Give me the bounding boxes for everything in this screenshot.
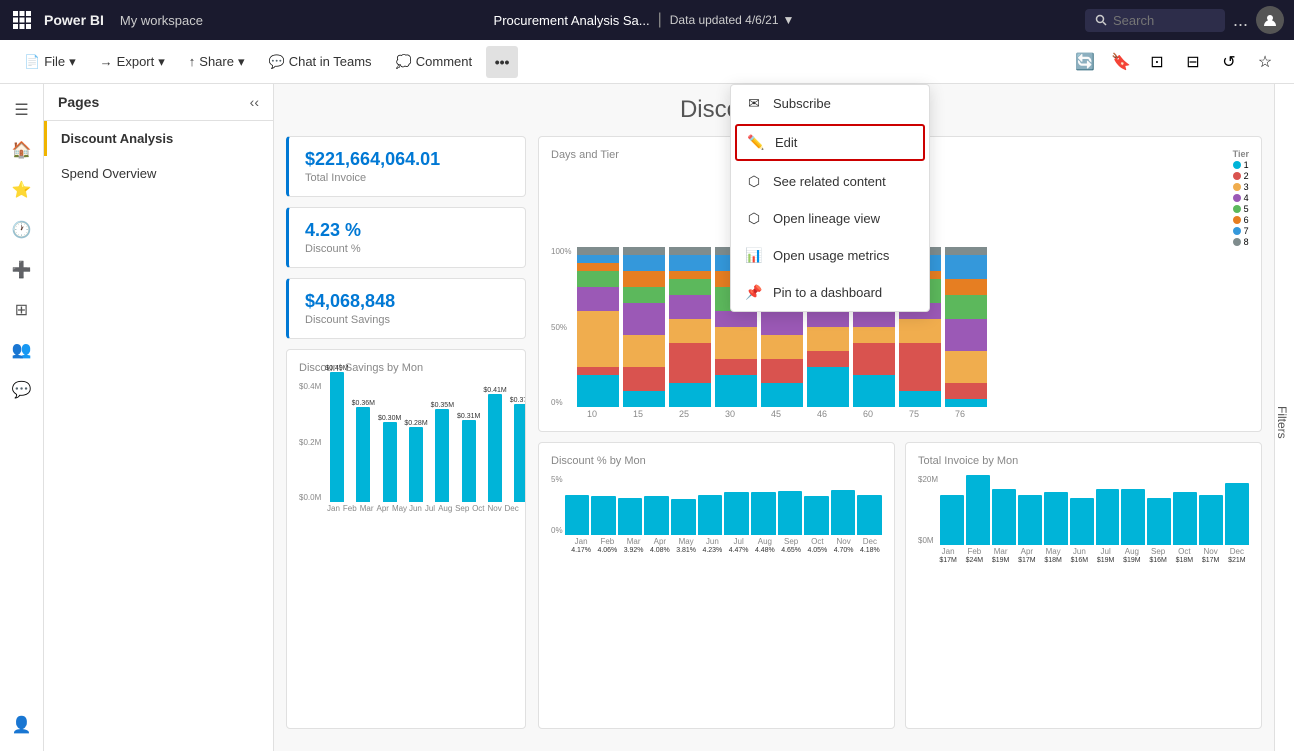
chevron-icon[interactable]: ▼ [783, 13, 795, 27]
share-button[interactable]: ↑ Share ▾ [179, 50, 255, 74]
kpi-discount-pct: 4.23 % Discount % [286, 207, 526, 268]
lineage-icon: ⬡ [745, 210, 763, 227]
inv-y-axis: $20M$0M [918, 475, 938, 545]
pages-title: Pages [58, 94, 99, 110]
discount-pct-chart: Discount % by Mon 5%0% JanFebMarAprMayJu… [538, 442, 895, 729]
more-options-button[interactable]: ••• [486, 46, 518, 78]
avatar[interactable] [1256, 6, 1284, 34]
edit-icon: ✏️ [747, 134, 765, 151]
share-chevron: ▾ [238, 54, 245, 70]
data-updated: Data updated 4/6/21 ▼ [670, 13, 795, 27]
topbar: Power BI My workspace Procurement Analys… [0, 0, 1294, 40]
related-content-menu-item[interactable]: ⬡ See related content [731, 163, 929, 200]
lineage-menu-item[interactable]: ⬡ Open lineage view [731, 200, 929, 237]
layout-icon[interactable]: ⊟ [1178, 47, 1208, 77]
chat-button[interactable]: 💬 Chat in Teams [259, 50, 382, 74]
search-icon [1095, 14, 1107, 26]
pages-collapse-button[interactable]: ‹‹ [250, 94, 259, 110]
sidebar-star-icon[interactable]: ⭐ [4, 172, 40, 208]
actionbar: 📄 File ▾ → Export ▾ ↑ Share ▾ 💬 Chat in … [0, 40, 1294, 84]
sidebar-nav-icon[interactable]: 🏠 [4, 132, 40, 168]
pin-dashboard-menu-item[interactable]: 📌 Pin to a dashboard [731, 274, 929, 311]
comment-icon: 💭 [396, 54, 412, 70]
topbar-center: Procurement Analysis Sa... | Data update… [213, 11, 1075, 29]
sidebar-chat-icon[interactable]: 💬 [4, 372, 40, 408]
page-item-discount[interactable]: Discount Analysis [44, 121, 273, 156]
comment-button[interactable]: 💭 Comment [386, 50, 483, 74]
app-brand: Power BI [44, 12, 104, 28]
search-box[interactable] [1085, 9, 1225, 32]
sidebar-apps-icon[interactable]: ⊞ [4, 292, 40, 328]
stacked-y-axis: 100%50%0% [551, 247, 573, 407]
more-options-dropdown: ✉ Subscribe ✏️ Edit ⬡ See related conten… [730, 84, 930, 312]
usage-metrics-menu-item[interactable]: 📊 Open usage metrics [731, 237, 929, 274]
pages-panel: Pages ‹‹ Discount Analysis Spend Overvie… [44, 84, 274, 751]
file-chevron: ▾ [69, 54, 76, 70]
sidebar-create-icon[interactable]: ➕ [4, 252, 40, 288]
sidebar-home-icon[interactable]: ☰ [4, 92, 40, 128]
workspace-label[interactable]: My workspace [120, 13, 203, 28]
main-layout: ☰ 🏠 ⭐ 🕐 ➕ ⊞ 👥 💬 👤 Pages ‹‹ Discount Anal… [0, 84, 1294, 751]
view-icon[interactable]: ⊡ [1142, 47, 1172, 77]
report-title: Procurement Analysis Sa... [494, 13, 650, 28]
filters-panel[interactable]: Filters [1274, 84, 1294, 751]
pct-y-axis: 5%0% [551, 475, 563, 535]
topbar-right: ... [1085, 6, 1284, 34]
discount-savings-chart: Discount Savings by Mon $0.4M$0.2M$0.0M … [286, 349, 526, 729]
metrics-icon: 📊 [745, 247, 763, 264]
page-item-spend[interactable]: Spend Overview [44, 156, 273, 191]
sidebar-recent-icon[interactable]: 🕐 [4, 212, 40, 248]
share-icon: ↑ [189, 54, 196, 69]
tier-legend: Tier 1 2 3 4 5 6 7 8 [1233, 149, 1249, 247]
subscribe-icon: ✉ [745, 95, 763, 112]
kpi-discount-savings: $4,068,848 Discount Savings [286, 278, 526, 339]
edit-menu-item[interactable]: ✏️ Edit [735, 124, 925, 161]
pin-icon: 📌 [745, 284, 763, 301]
teams-icon: 💬 [269, 54, 285, 70]
sidebar-people-icon[interactable]: 👥 [4, 332, 40, 368]
related-icon: ⬡ [745, 173, 763, 190]
kpi-total-invoice: $221,664,064.01 Total Invoice [286, 136, 526, 197]
divider: | [658, 11, 662, 29]
export-chevron: ▾ [158, 54, 165, 70]
export-button[interactable]: → Export ▾ [90, 50, 175, 74]
total-invoice-chart: Total Invoice by Mon $20M$0M JanFebMarAp… [905, 442, 1262, 729]
favorite-icon[interactable]: ☆ [1250, 47, 1280, 77]
pages-header: Pages ‹‹ [44, 84, 273, 121]
search-input[interactable] [1113, 13, 1213, 28]
actionbar-right: 🔄 🔖 ⊡ ⊟ ↺ ☆ [1070, 47, 1280, 77]
waffle-icon[interactable] [10, 8, 34, 32]
refresh-icon[interactable]: 🔄 [1070, 47, 1100, 77]
bookmark-icon[interactable]: 🔖 [1106, 47, 1136, 77]
sidebar-learn-icon[interactable]: 👤 [4, 707, 40, 743]
file-button[interactable]: 📄 File ▾ [14, 50, 86, 74]
subscribe-menu-item[interactable]: ✉ Subscribe [731, 85, 929, 122]
file-icon: 📄 [24, 54, 40, 70]
undo-icon[interactable]: ↺ [1214, 47, 1244, 77]
export-icon: → [100, 54, 113, 69]
y-axis: $0.4M$0.2M$0.0M [299, 382, 321, 502]
left-sidebar: ☰ 🏠 ⭐ 🕐 ➕ ⊞ 👥 💬 👤 [0, 84, 44, 751]
topbar-more-button[interactable]: ... [1233, 10, 1248, 31]
